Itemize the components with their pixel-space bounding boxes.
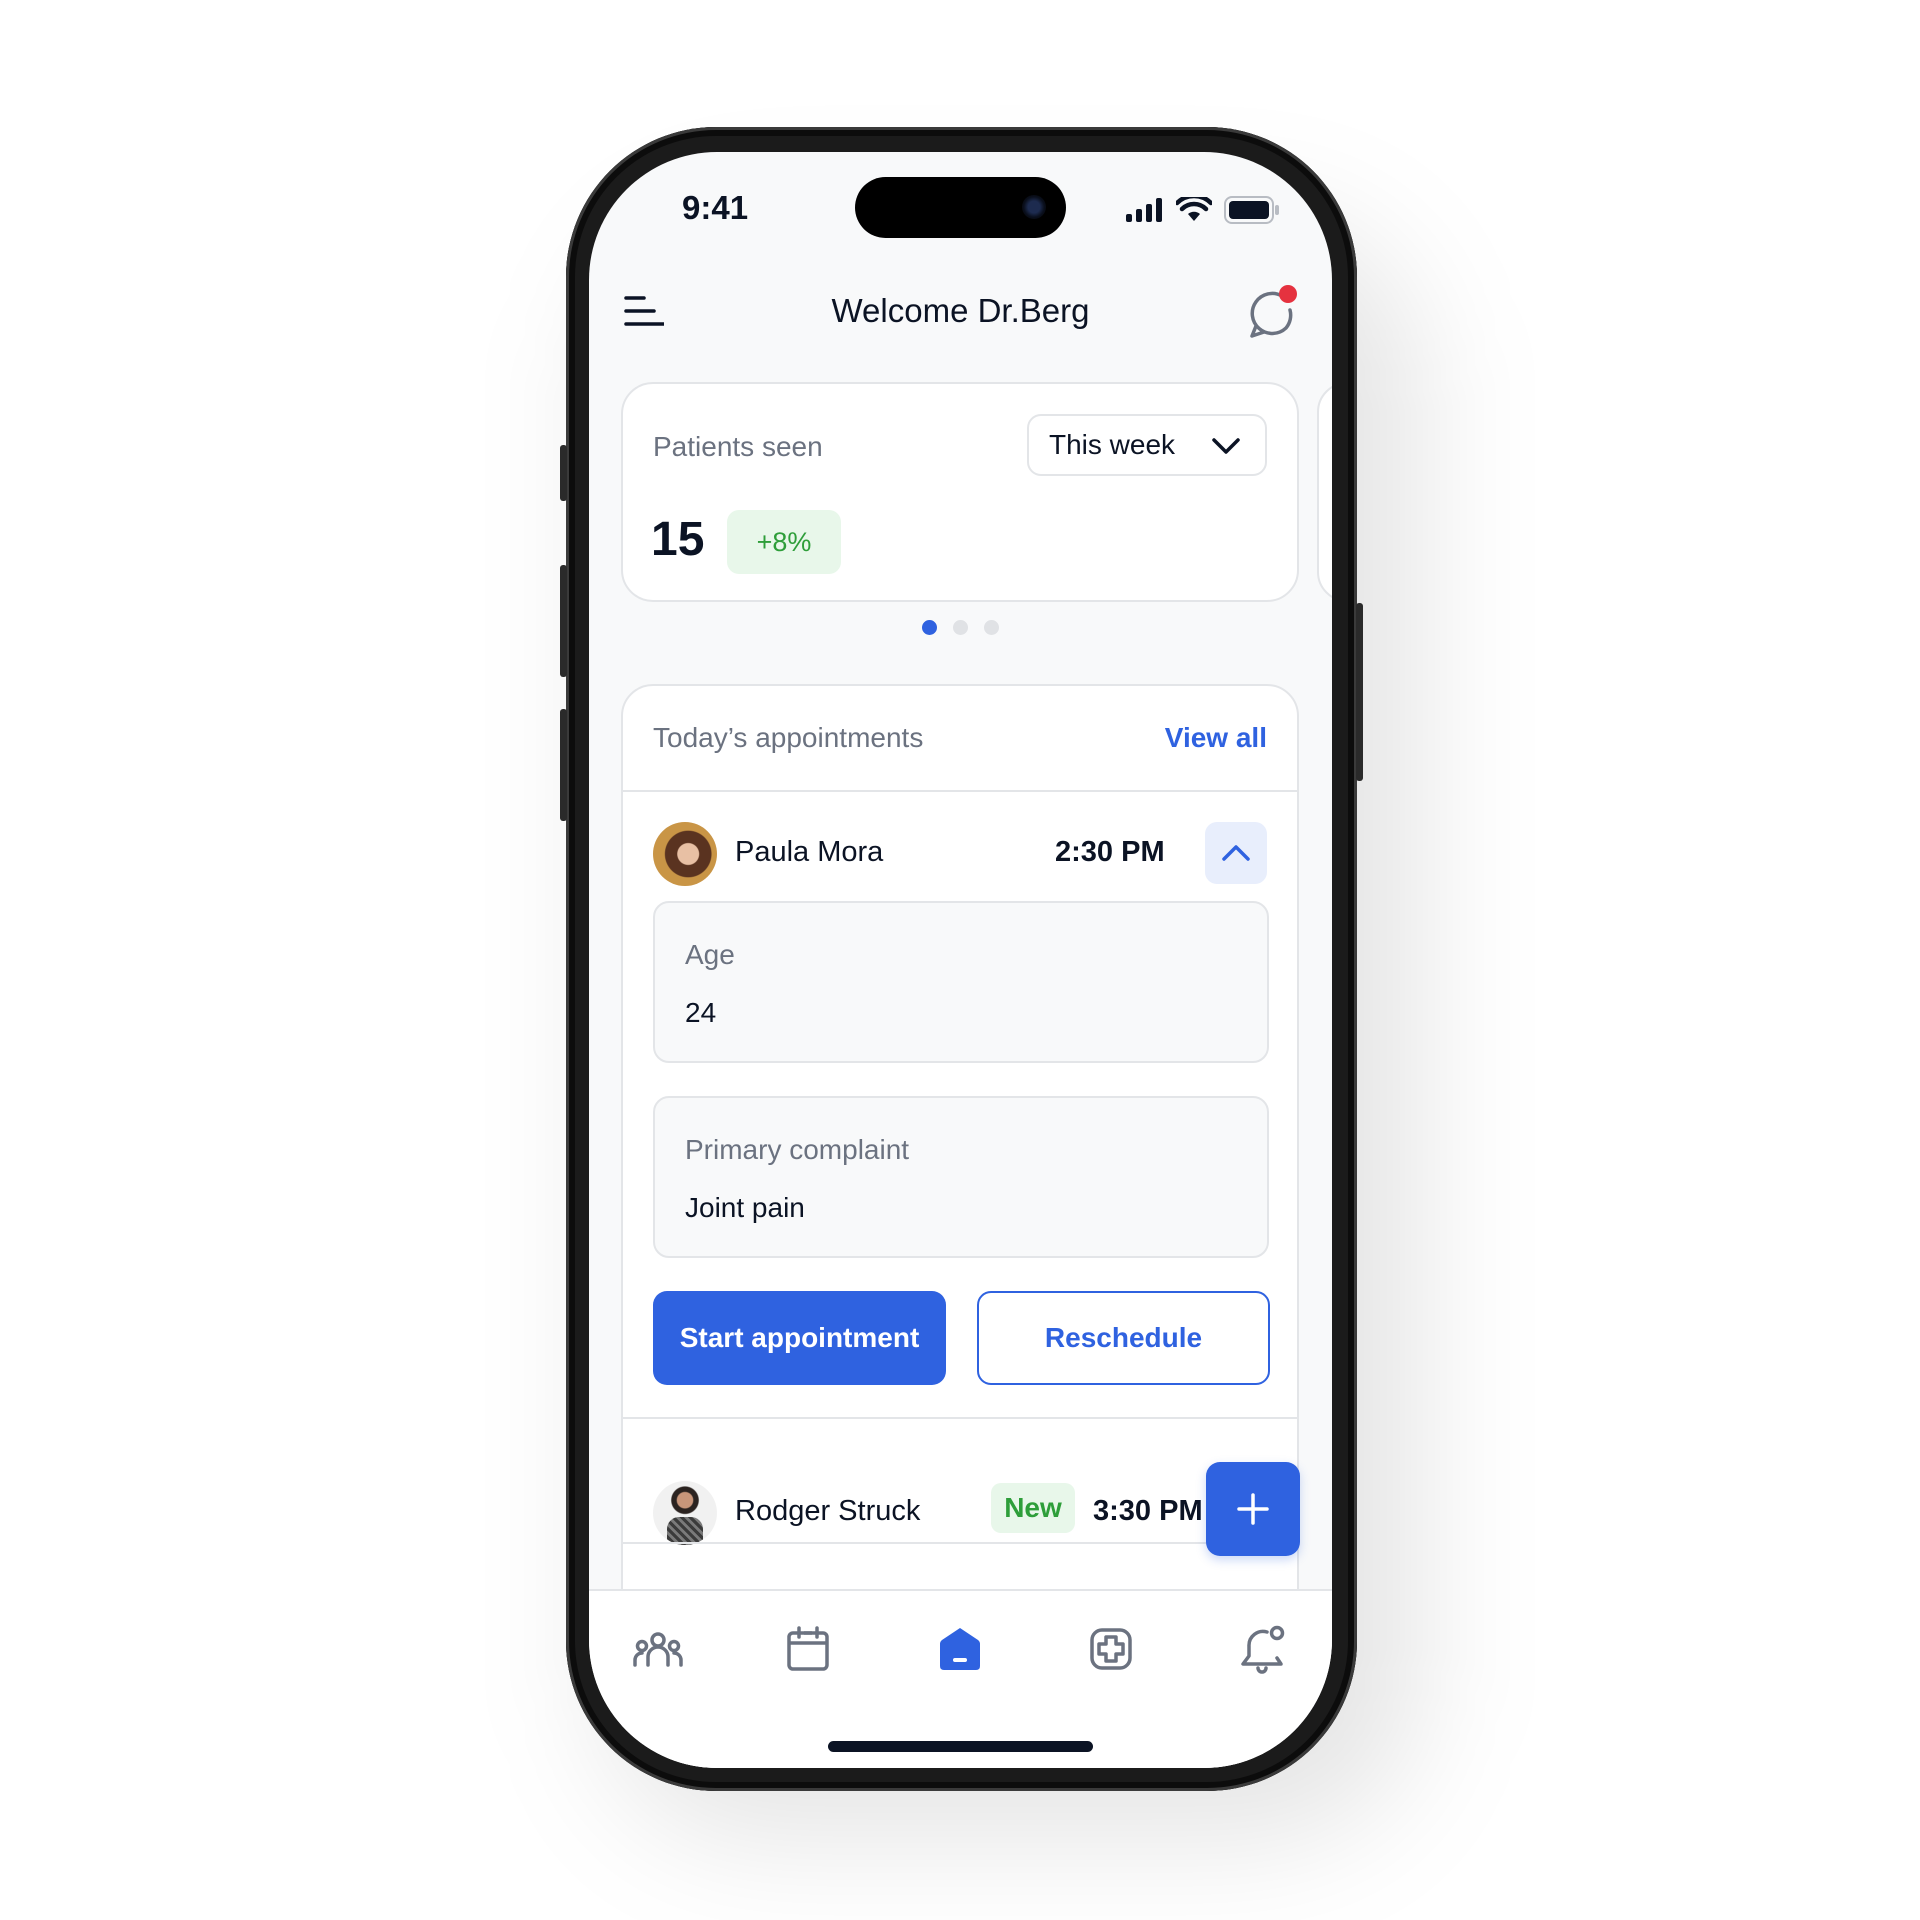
action-button bbox=[560, 445, 567, 501]
stats-value: 15 bbox=[651, 513, 705, 566]
period-dropdown[interactable]: This week bbox=[1027, 414, 1267, 476]
plus-icon bbox=[1237, 1493, 1269, 1525]
app-header: Welcome Dr.Berg bbox=[589, 272, 1332, 352]
appointment-actions: Start appointment Reschedule bbox=[623, 1291, 1297, 1385]
medical-icon bbox=[1090, 1628, 1132, 1670]
notification-dot bbox=[1279, 285, 1297, 303]
collapse-button[interactable] bbox=[1205, 822, 1267, 884]
chevron-down-icon bbox=[1212, 438, 1240, 454]
carousel-dot-3[interactable] bbox=[984, 620, 999, 635]
carousel-dot-2[interactable] bbox=[953, 620, 968, 635]
next-stats-card-peek[interactable] bbox=[1317, 382, 1332, 602]
tab-medical[interactable] bbox=[1081, 1619, 1141, 1679]
patients-seen-card[interactable]: Patients seen This week 15 +8% bbox=[621, 382, 1299, 602]
cellular-signal-icon bbox=[1126, 198, 1162, 222]
appointment-row-rodger[interactable]: Rodger Struck New 3:30 PM bbox=[623, 1481, 1297, 1571]
start-appointment-button[interactable]: Start appointment bbox=[653, 1291, 946, 1385]
tab-calendar[interactable] bbox=[778, 1619, 838, 1679]
new-badge: New bbox=[991, 1483, 1075, 1533]
appointment-time: 2:30 PM bbox=[1055, 836, 1165, 868]
patient-name: Paula Mora bbox=[735, 836, 884, 868]
status-time: 9:41 bbox=[682, 189, 749, 226]
appointment-time: 3:30 PM bbox=[1093, 1495, 1203, 1527]
app-screen: 9:41 Welcome Dr.Berg Patients seen This … bbox=[589, 152, 1332, 1768]
stats-label: Patients seen bbox=[653, 431, 823, 462]
notifications-icon bbox=[1241, 1625, 1285, 1674]
calendar-icon bbox=[787, 1626, 829, 1671]
detail-value: Joint pain bbox=[685, 1192, 805, 1223]
home-icon bbox=[940, 1628, 980, 1670]
chevron-up-icon bbox=[1222, 845, 1250, 861]
detail-label: Primary complaint bbox=[685, 1134, 910, 1165]
status-icons bbox=[1126, 196, 1280, 224]
age-field: Age 24 bbox=[653, 901, 1269, 1063]
tab-home[interactable] bbox=[930, 1619, 990, 1679]
dynamic-island bbox=[855, 177, 1066, 238]
add-appointment-button[interactable] bbox=[1206, 1462, 1300, 1556]
view-all-link[interactable]: View all bbox=[1165, 722, 1267, 754]
primary-complaint-field: Primary complaint Joint pain bbox=[653, 1096, 1269, 1258]
carousel-dot-1[interactable] bbox=[922, 620, 937, 635]
appointments-title: Today’s appointments bbox=[653, 722, 924, 753]
tab-notifications[interactable] bbox=[1233, 1619, 1293, 1679]
appointments-header: Today’s appointments View all bbox=[623, 686, 1297, 792]
carousel-pagination bbox=[589, 620, 1332, 635]
volume-down-button bbox=[560, 709, 567, 821]
chat-icon[interactable] bbox=[1246, 284, 1302, 340]
patients-icon bbox=[633, 1632, 683, 1667]
avatar bbox=[653, 822, 717, 886]
patient-name: Rodger Struck bbox=[735, 1495, 921, 1527]
detail-value: 24 bbox=[685, 997, 717, 1028]
tab-patients[interactable] bbox=[628, 1619, 688, 1679]
page-title: Welcome Dr.Berg bbox=[831, 292, 1090, 329]
power-button bbox=[1356, 603, 1363, 781]
detail-label: Age bbox=[685, 939, 735, 970]
row-divider bbox=[623, 1417, 1297, 1419]
wifi-icon bbox=[1176, 197, 1212, 221]
camera-icon bbox=[1022, 195, 1046, 219]
appointment-row-paula[interactable]: Paula Mora 2:30 PM bbox=[623, 822, 1297, 912]
period-value: This week bbox=[1049, 429, 1176, 460]
home-indicator[interactable] bbox=[828, 1741, 1093, 1752]
avatar bbox=[653, 1481, 717, 1545]
reschedule-button[interactable]: Reschedule bbox=[977, 1291, 1270, 1385]
battery-icon bbox=[1224, 196, 1279, 224]
volume-up-button bbox=[560, 565, 567, 677]
row-divider bbox=[623, 1542, 1297, 1544]
change-badge: +8% bbox=[727, 510, 841, 574]
